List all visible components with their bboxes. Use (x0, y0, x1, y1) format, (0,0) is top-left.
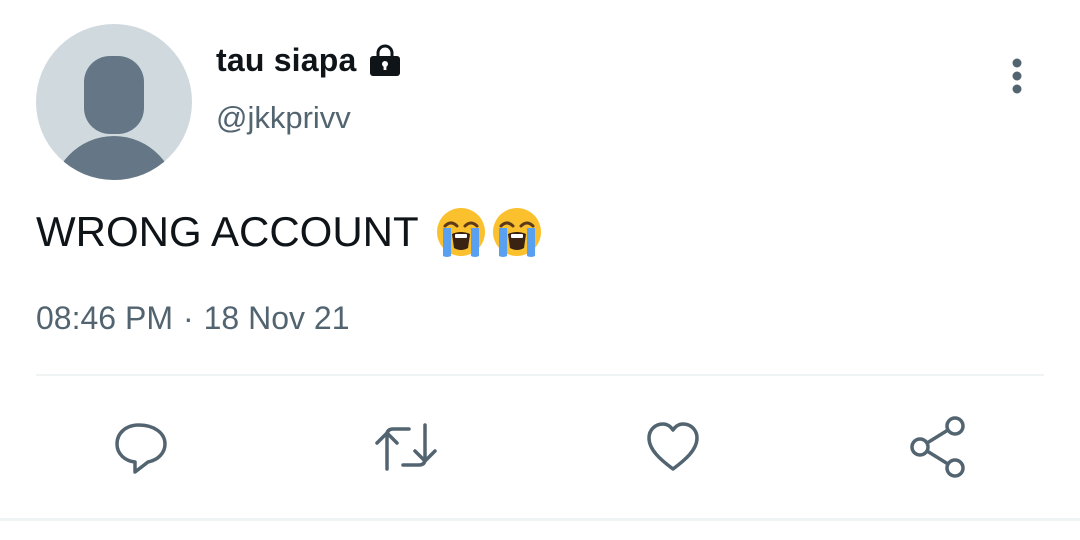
author-name-row: tau siapa (216, 40, 403, 80)
default-avatar-icon (53, 56, 175, 180)
lock-icon (369, 44, 400, 76)
emoji-group (435, 206, 543, 258)
reply-icon (115, 423, 167, 474)
avatar[interactable] (36, 24, 192, 180)
more-options-button[interactable] (996, 50, 1038, 100)
author-handle[interactable]: @jkkprivv (216, 100, 351, 136)
loudly-crying-face-icon (492, 208, 541, 257)
retweet-button[interactable] (371, 412, 441, 482)
more-vertical-icon (1012, 58, 1022, 94)
tweet-detail: tau siapa @jkkprivv WRONG ACCOUNT 08:46 … (0, 0, 1080, 540)
meta-separator: · (182, 300, 194, 336)
tweet-text: WRONG ACCOUNT (36, 204, 543, 260)
bottom-divider (0, 518, 1080, 521)
loudly-crying-face-icon (436, 208, 485, 257)
display-name[interactable]: tau siapa (216, 42, 357, 79)
retweet-icon (375, 423, 437, 471)
share-icon (910, 416, 965, 478)
like-button[interactable] (638, 412, 708, 482)
share-button[interactable] (904, 412, 974, 482)
action-bar (0, 412, 1080, 482)
divider (36, 374, 1044, 376)
tweet-text-content: WRONG ACCOUNT (36, 208, 419, 255)
reply-button[interactable] (106, 412, 176, 482)
tweet-time[interactable]: 08:46 PM (36, 300, 173, 337)
tweet-timestamp: 08:46 PM · 18 Nov 21 (36, 300, 350, 337)
tweet-date[interactable]: 18 Nov 21 (204, 300, 350, 337)
heart-icon (647, 422, 699, 471)
